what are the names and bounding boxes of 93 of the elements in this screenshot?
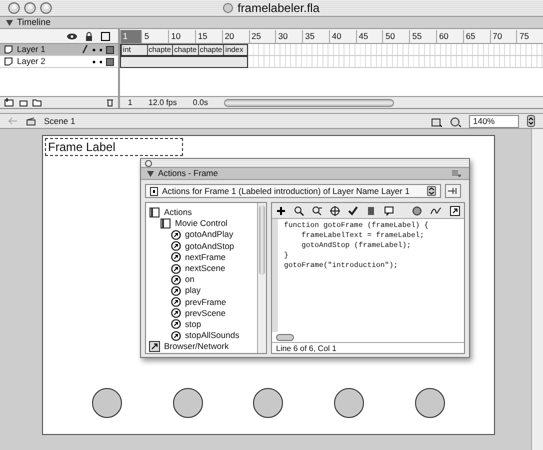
tree-item[interactable]: nextFrame xyxy=(146,252,257,263)
eye-icon[interactable] xyxy=(66,32,77,40)
close-button[interactable] xyxy=(145,160,152,166)
action-icon xyxy=(171,264,181,274)
frame-number: 15 xyxy=(194,30,222,43)
scrollbar-thumb[interactable] xyxy=(276,334,294,340)
tree-item[interactable]: play xyxy=(146,285,257,296)
view-options-icon[interactable] xyxy=(450,206,460,216)
panel-title: Timeline xyxy=(17,16,51,29)
action-icon xyxy=(171,230,181,240)
add-guide-icon[interactable] xyxy=(18,98,28,107)
folder-icon[interactable] xyxy=(32,98,42,107)
tree-item[interactable]: stop xyxy=(146,318,257,330)
zoom-field[interactable]: 140% xyxy=(469,114,519,128)
tree-item[interactable]: Movie Control xyxy=(146,218,257,230)
tree-item[interactable]: nextScene xyxy=(146,262,257,274)
outline-icon[interactable] xyxy=(100,32,110,40)
frame-number: 40 xyxy=(328,30,356,43)
frame-number: 70 xyxy=(490,30,516,43)
tree-item[interactable]: on xyxy=(146,274,257,286)
replace-icon[interactable] xyxy=(312,206,322,216)
code-hint-icon[interactable] xyxy=(384,206,394,216)
layer-row[interactable]: Layer 2 xyxy=(0,56,118,68)
circle-shape xyxy=(253,388,284,418)
frame-number: 30 xyxy=(275,30,302,43)
crosshair-icon[interactable] xyxy=(330,206,340,216)
stepper-icon[interactable] xyxy=(427,186,436,196)
frame-number: 55 xyxy=(409,30,436,43)
frame-number: 1 xyxy=(120,30,142,43)
trash-icon[interactable] xyxy=(106,98,114,107)
dot-icon[interactable] xyxy=(92,48,102,52)
stepper-icon[interactable] xyxy=(527,115,535,127)
lock-icon[interactable] xyxy=(84,32,93,40)
action-icon xyxy=(171,286,181,296)
add-icon[interactable] xyxy=(276,206,286,216)
frame-number: 75 xyxy=(516,30,543,43)
window-title: framelabeler.fla xyxy=(237,0,320,17)
frame-number: 20 xyxy=(222,30,248,43)
frame-number: 50 xyxy=(382,30,410,43)
frame-number: 35 xyxy=(302,30,329,43)
dot-icon[interactable] xyxy=(92,60,102,64)
layer-row[interactable]: Layer 1 xyxy=(0,44,118,56)
scrollbar-thumb[interactable] xyxy=(259,205,265,275)
circle-shape xyxy=(334,388,364,418)
action-icon xyxy=(171,308,181,318)
text-field[interactable]: Frame Label xyxy=(45,138,183,156)
frame-number: 65 xyxy=(462,30,490,43)
tree-item[interactable]: prevFrame xyxy=(146,296,257,308)
disclosure-triangle-icon[interactable] xyxy=(147,170,154,176)
scene-name[interactable]: Scene 1 xyxy=(44,114,76,128)
tree-item[interactable]: Browser/Network xyxy=(146,341,257,352)
frame-number: 45 xyxy=(356,30,382,43)
frame-number: 10 xyxy=(168,30,195,43)
clapper-icon xyxy=(26,116,36,126)
tree-item[interactable]: stopAllSounds xyxy=(146,330,257,342)
disclosure-triangle-icon[interactable] xyxy=(6,20,13,26)
target-label: Actions for Frame 1 (Labeled introduction) of Layer Name Layer 1 xyxy=(162,185,411,197)
elapsed-time: 0.0s xyxy=(192,96,208,108)
status-text: Line 6 of 6, Col 1 xyxy=(272,342,464,353)
panel-title: Actions - Frame xyxy=(158,167,218,180)
minimize-button[interactable] xyxy=(24,2,36,14)
frame-rate: 12.0 fps xyxy=(148,96,177,108)
action-icon xyxy=(171,274,181,285)
options-menu-icon[interactable] xyxy=(452,170,461,177)
keyframe-span[interactable] xyxy=(120,56,248,68)
edit-symbol-icon[interactable] xyxy=(450,116,461,126)
edit-scene-icon[interactable] xyxy=(431,116,442,126)
circle-shape xyxy=(414,388,445,418)
zoom-button[interactable] xyxy=(40,2,52,14)
frame-icon xyxy=(150,186,158,196)
tree-item[interactable]: gotoAndStop xyxy=(146,240,257,252)
tree-item[interactable]: Actions xyxy=(146,207,257,218)
frame-number: 60 xyxy=(436,30,463,43)
frame-number: 5 xyxy=(141,30,168,43)
action-icon xyxy=(171,319,181,330)
action-icon xyxy=(171,241,181,252)
circle-shape xyxy=(92,388,122,418)
vertical-scrollbar[interactable] xyxy=(531,129,543,450)
action-icon xyxy=(171,330,181,341)
search-icon[interactable] xyxy=(294,206,304,216)
frame-number: 25 xyxy=(248,30,276,43)
target-dropdown[interactable]: Actions for Frame 1 (Labeled introduction) of Layer Name Layer 1 xyxy=(145,184,441,198)
pin-icon[interactable] xyxy=(445,184,461,198)
check-icon[interactable] xyxy=(348,206,358,216)
add-layer-icon[interactable] xyxy=(4,98,14,107)
circle-shape xyxy=(172,388,203,418)
action-icon xyxy=(171,252,181,262)
close-button[interactable] xyxy=(8,2,20,14)
tree-item[interactable]: gotoAndPlay xyxy=(146,229,257,241)
scrollbar-thumb[interactable] xyxy=(224,98,394,106)
action-icon xyxy=(171,297,181,308)
current-frame: 1 xyxy=(128,96,132,108)
tree-item[interactable]: prevScene xyxy=(146,308,257,319)
